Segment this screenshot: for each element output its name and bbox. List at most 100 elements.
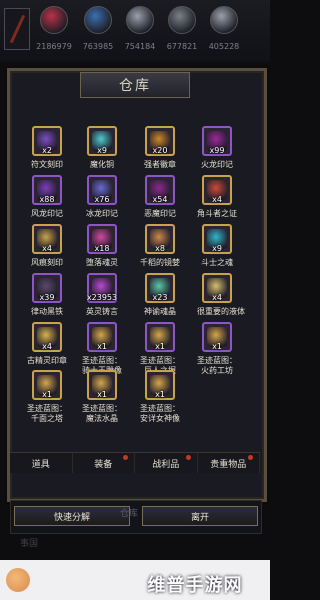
- tab-equipment[interactable]: 装备: [72, 453, 135, 473]
- inventory-item[interactable]: x8 千稻的镜婪: [140, 224, 180, 268]
- inventory-item[interactable]: x1 圣迹蓝图：千面之塔: [27, 370, 67, 424]
- inventory-item[interactable]: x54 恶魔印记: [140, 175, 180, 219]
- item-icon: x1: [145, 322, 175, 352]
- mascot-icon: [6, 568, 30, 592]
- tab-label: 装备: [94, 459, 113, 470]
- leave-button[interactable]: 离开: [142, 506, 258, 526]
- item-icon: x1: [87, 322, 117, 352]
- inventory-item[interactable]: x23953 英灵铸言: [82, 273, 122, 317]
- inventory-item[interactable]: x4 角斗者之证: [197, 175, 237, 219]
- item-icon: x39: [32, 273, 62, 303]
- item-quantity: x76: [94, 195, 110, 204]
- item-label: 律动黑铁: [31, 307, 63, 316]
- item-label: 风痕刻印: [31, 258, 63, 267]
- item-icon: x8: [145, 224, 175, 254]
- inventory-item[interactable]: x1 圣迹蓝图：魔法水晶: [82, 370, 122, 424]
- inventory-item[interactable]: x9 魔化铜: [82, 126, 122, 170]
- resource-5: 405228: [206, 6, 242, 51]
- item-icon: x1: [145, 370, 175, 400]
- item-label: 圣迹蓝图：安详女神像: [140, 404, 180, 423]
- item-icon: x9: [202, 224, 232, 254]
- item-icon: x1: [87, 370, 117, 400]
- item-icon: x23: [145, 273, 175, 303]
- resource-1: 2186979: [36, 6, 72, 51]
- tab-items[interactable]: 道具: [10, 453, 73, 473]
- item-label: 符文刻印: [31, 160, 63, 169]
- resource-orb-icon: [126, 6, 154, 34]
- resource-value: 677821: [166, 42, 198, 51]
- item-quantity: x9: [212, 244, 222, 253]
- item-label: 神谕魂晶: [144, 307, 176, 316]
- item-icon: x1: [32, 370, 62, 400]
- item-label: 千稻的镜婪: [140, 258, 180, 267]
- equipped-weapon-slot[interactable]: [4, 8, 30, 50]
- background-text-2: 仓库: [120, 509, 139, 519]
- inventory-item[interactable]: x39 律动黑铁: [27, 273, 67, 317]
- tab-label: 道具: [31, 459, 50, 470]
- item-icon: x99: [202, 126, 232, 156]
- item-label: 恶魔印记: [144, 209, 176, 218]
- item-quantity: x2: [42, 146, 52, 155]
- resource-value: 2186979: [36, 42, 72, 51]
- item-icon: x76: [87, 175, 117, 205]
- tab-label: 战利品: [152, 459, 180, 470]
- tab-label: 贵重物品: [210, 459, 247, 470]
- item-icon: x4: [32, 322, 62, 352]
- inventory-item[interactable]: x9 斗士之魂: [197, 224, 237, 268]
- item-label: 魔化铜: [90, 160, 114, 169]
- item-icon: x9: [87, 126, 117, 156]
- item-label: 很重要的液体: [197, 307, 245, 316]
- inventory-item[interactable]: x4 风痕刻印: [27, 224, 67, 268]
- inventory-item[interactable]: x2 符文刻印: [27, 126, 67, 170]
- item-icon: x4: [202, 273, 232, 303]
- inventory-item[interactable]: x1圣迹蓝图：巨人之握: [140, 322, 180, 376]
- item-icon: x4: [32, 224, 62, 254]
- item-quantity: x1: [212, 342, 222, 351]
- resource-4: 677821: [164, 6, 200, 51]
- item-quantity: x39: [39, 293, 55, 302]
- resource-orb-icon: [84, 6, 112, 34]
- item-icon: x88: [32, 175, 62, 205]
- item-label: 圣迹蓝图：魔法水晶: [82, 404, 122, 423]
- item-icon: x18: [87, 224, 117, 254]
- inventory-item[interactable]: x99 火龙印记: [197, 126, 237, 170]
- resource-orb-icon: [210, 6, 238, 34]
- notification-dot-icon: [248, 455, 253, 460]
- inventory-item[interactable]: x18 堕落魂灵: [82, 224, 122, 268]
- tab-valuables[interactable]: 贵重物品: [197, 453, 260, 473]
- inventory-item[interactable]: x1 圣迹蓝图：安详女神像: [140, 370, 180, 424]
- item-quantity: x4: [42, 244, 52, 253]
- panel-title: 仓库: [80, 72, 190, 98]
- item-quantity: x99: [209, 146, 225, 155]
- item-quantity: x20: [152, 146, 168, 155]
- resource-2: 763985: [80, 6, 116, 51]
- inventory-item[interactable]: x1圣迹蓝图：骑士王雕像: [82, 322, 122, 376]
- item-label: 风龙印记: [31, 209, 63, 218]
- item-quantity: x4: [212, 293, 222, 302]
- inventory-item[interactable]: x4 古精灵印章: [27, 322, 67, 366]
- item-label: 冰龙印记: [86, 209, 118, 218]
- item-icon: x23953: [87, 273, 117, 303]
- item-label: 斗士之魂: [201, 258, 233, 267]
- inventory-item[interactable]: x88 风龙印记: [27, 175, 67, 219]
- inventory-item[interactable]: x4 很重要的液体: [197, 273, 245, 317]
- item-quantity: x9: [97, 146, 107, 155]
- inventory-item[interactable]: x23 神谕魂晶: [140, 273, 180, 317]
- notification-dot-icon: [185, 455, 191, 460]
- inventory-item[interactable]: x1 圣迹蓝图：火药工坊: [197, 322, 237, 376]
- item-quantity: x54: [152, 195, 168, 204]
- resource-3: 754184: [122, 6, 158, 51]
- quick-decompose-button[interactable]: 快速分解: [14, 506, 130, 526]
- tab-loot[interactable]: 战利品: [135, 453, 198, 473]
- resource-value: 763985: [82, 42, 114, 51]
- item-label: 火龙印记: [201, 160, 233, 169]
- inventory-item[interactable]: x20 强者徽章: [140, 126, 180, 170]
- resource-value: 405228: [208, 42, 240, 51]
- item-label: 英灵铸言: [86, 307, 118, 316]
- item-icon: x20: [145, 126, 175, 156]
- item-quantity: x88: [39, 195, 55, 204]
- item-quantity: x4: [212, 195, 222, 204]
- resource-orb-icon: [168, 6, 196, 34]
- inventory-item[interactable]: x76 冰龙印记: [82, 175, 122, 219]
- item-label: 强者徽章: [144, 160, 176, 169]
